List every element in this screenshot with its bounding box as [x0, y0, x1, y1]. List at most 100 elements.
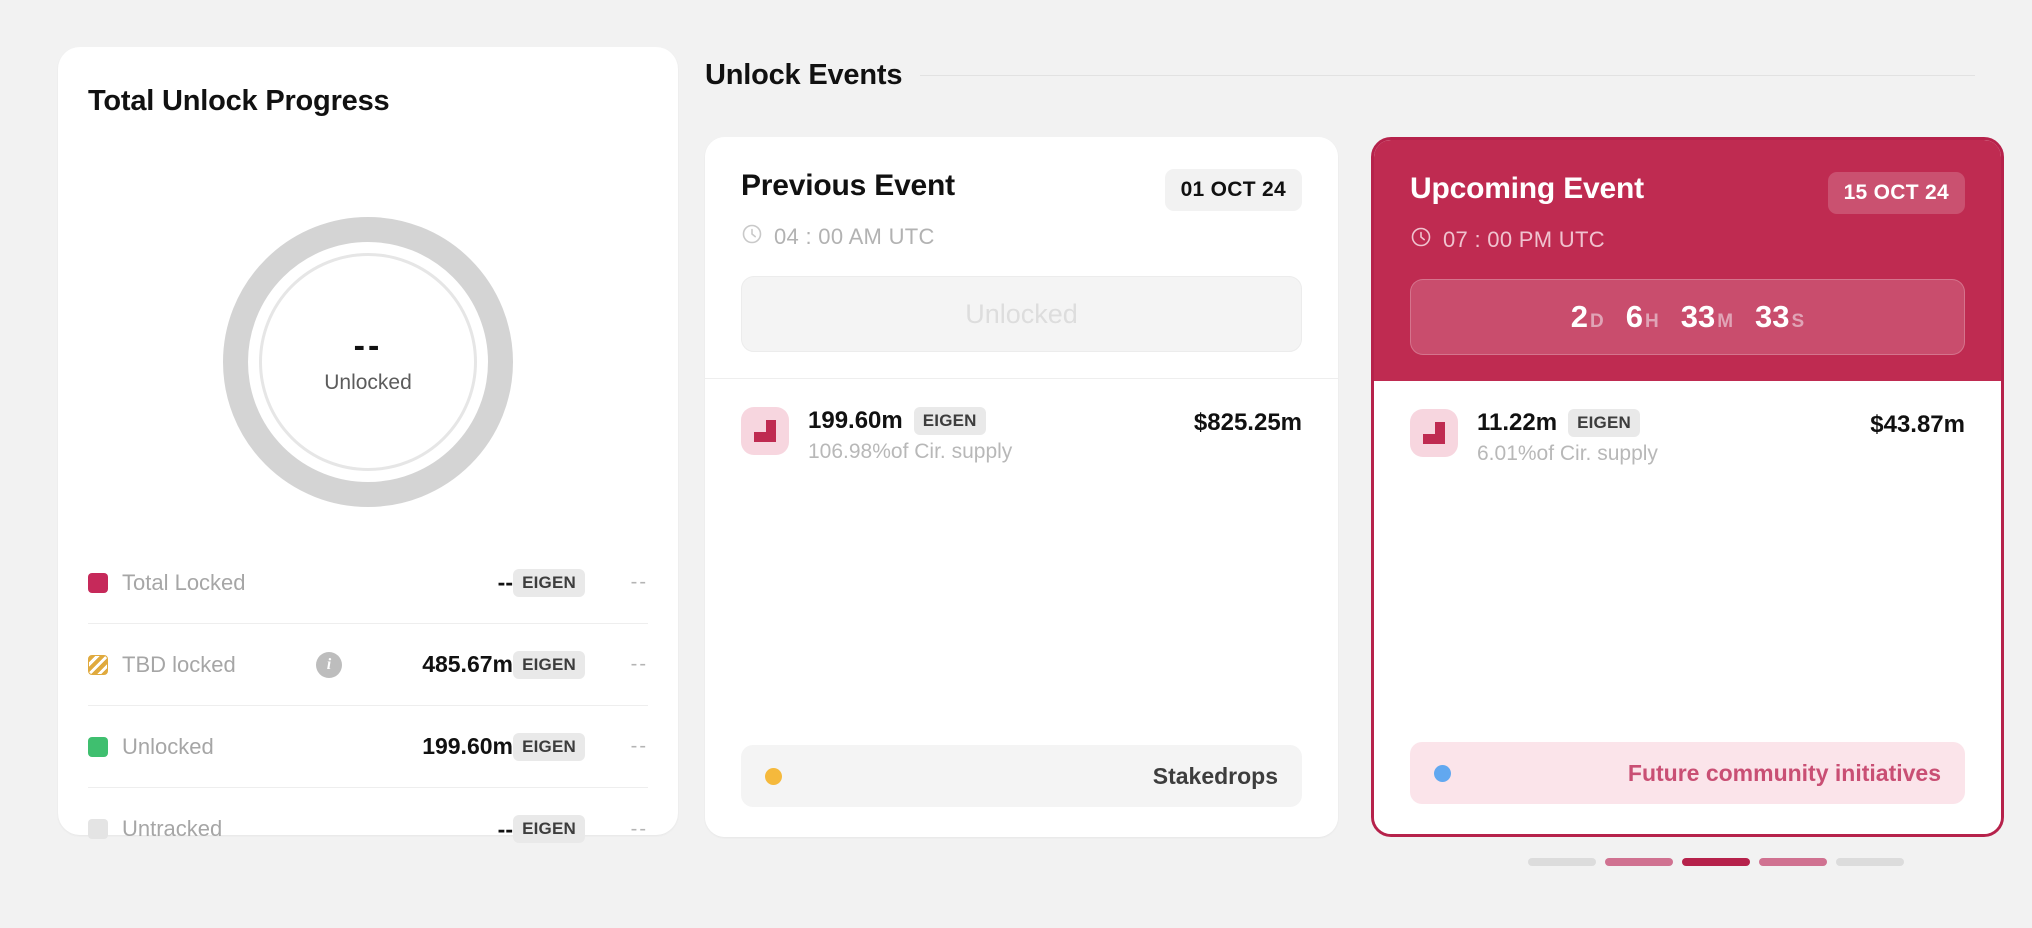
clock-icon — [1410, 226, 1432, 253]
countdown-seconds: 33 S — [1755, 299, 1804, 335]
previous-event-token-row: 199.60m EIGEN 106.98%of Cir. supply $825… — [741, 407, 1302, 464]
event-title: Previous Event — [741, 169, 955, 202]
countdown-minutes: 33 M — [1681, 299, 1733, 335]
countdown-hours: 6 H — [1626, 299, 1659, 335]
previous-event-footer: Stakedrops — [741, 745, 1302, 807]
pagination-bar-4[interactable] — [1759, 858, 1827, 866]
unlock-progress-donut-chart: -- Unlocked — [223, 217, 513, 507]
countdown-hours-value: 6 — [1625, 299, 1643, 334]
clock-icon — [741, 223, 763, 250]
tag-dot-icon — [765, 767, 782, 785]
legend-label: Untracked — [122, 816, 223, 841]
legend-percent: -- — [630, 653, 648, 675]
legend-ticker-badge: EIGEN — [513, 732, 585, 761]
token-usd-value: $43.87m — [1870, 411, 1965, 438]
donut-center-labels: -- Unlocked — [223, 217, 513, 507]
token-supply-note: 106.98%of Cir. supply — [808, 440, 1013, 463]
previous-event-card[interactable]: Previous Event 01 OCT 24 04 : 00 AM UTC — [705, 137, 1338, 837]
donut-value: -- — [353, 327, 383, 365]
event-tag-pill[interactable]: Stakedrops — [741, 745, 1302, 807]
previous-event-header-top: Previous Event 01 OCT 24 — [741, 169, 1302, 211]
donut-label: Unlocked — [324, 371, 412, 394]
upcoming-event-header: Upcoming Event 15 OCT 24 07 : 00 PM UTC — [1374, 140, 2001, 381]
color-swatch-icon — [88, 572, 108, 593]
tag-label: Future community initiatives — [1627, 759, 1941, 786]
legend-ticker-badge: EIGEN — [513, 650, 585, 679]
previous-event-header: Previous Event 01 OCT 24 04 : 00 AM UTC — [705, 137, 1338, 379]
color-swatch-icon — [88, 736, 108, 757]
upcoming-event-token-info: 11.22m EIGEN 6.01%of Cir. supply — [1477, 409, 1851, 466]
legend-ticker-badge: EIGEN — [513, 568, 585, 597]
token-amount-line: 11.22m EIGEN — [1477, 409, 1851, 437]
legend-amount: 485.67m — [422, 651, 513, 677]
previous-event-token-info: 199.60m EIGEN 106.98%of Cir. supply — [808, 407, 1175, 464]
legend-row-unlocked[interactable]: Unlocked 199.60m EIGEN -- — [88, 706, 648, 788]
previous-event-time: 04 : 00 AM UTC — [741, 223, 1302, 250]
legend-row-tbd-locked[interactable]: TBD locked i 485.67m EIGEN -- — [88, 624, 648, 706]
legend-label: Total Locked — [122, 569, 246, 595]
unlocked-status-box: Unlocked — [741, 276, 1302, 352]
eigen-token-icon — [741, 407, 789, 455]
countdown-seconds-value: 33 — [1755, 299, 1790, 334]
countdown-minutes-value: 33 — [1680, 299, 1716, 334]
event-cards-row: Previous Event 01 OCT 24 04 : 00 AM UTC — [705, 137, 2004, 837]
legend-row-untracked[interactable]: Untracked -- EIGEN -- — [88, 788, 648, 870]
pagination-bar-2[interactable] — [1605, 858, 1673, 866]
countdown-days-unit: D — [1590, 311, 1604, 332]
countdown-hours-unit: H — [1645, 311, 1659, 332]
unlock-dashboard-page: Total Unlock Progress -- Unlocked Total … — [0, 0, 2032, 928]
event-date-badge: 01 OCT 24 — [1164, 169, 1302, 211]
event-time-text: 07 : 00 PM UTC — [1443, 226, 1605, 252]
legend-percent: -- — [630, 735, 648, 757]
upcoming-event-header-top: Upcoming Event 15 OCT 24 — [1410, 172, 1965, 214]
countdown-minutes-unit: M — [1717, 311, 1734, 332]
legend-row-total-locked[interactable]: Total Locked -- EIGEN -- — [88, 542, 648, 624]
pagination-bar-3-active[interactable] — [1682, 858, 1750, 866]
tag-label: Stakedrops — [1152, 762, 1278, 789]
token-amount: 11.22m — [1477, 409, 1558, 436]
countdown-seconds-unit: S — [1791, 311, 1805, 332]
token-ticker-badge: EIGEN — [1568, 409, 1640, 437]
legend-percent: -- — [630, 817, 648, 840]
countdown-days-value: 2 — [1570, 299, 1589, 334]
legend-amount: -- — [497, 815, 513, 842]
event-title: Upcoming Event — [1410, 172, 1644, 205]
legend-label: Unlocked — [122, 733, 214, 759]
tag-dot-icon — [1434, 764, 1451, 782]
upcoming-event-token-row: 11.22m EIGEN 6.01%of Cir. supply $43.87m — [1410, 409, 1965, 466]
upcoming-event-card[interactable]: Upcoming Event 15 OCT 24 07 : 00 PM UTC — [1371, 137, 2004, 837]
upcoming-event-body: 11.22m EIGEN 6.01%of Cir. supply $43.87m… — [1374, 381, 2001, 834]
token-supply-note: 6.01%of Cir. supply — [1477, 442, 1658, 465]
token-amount-line: 199.60m EIGEN — [808, 407, 1175, 435]
pagination-bar-1[interactable] — [1528, 858, 1596, 866]
page-title: Total Unlock Progress — [88, 85, 390, 117]
section-title: Unlock Events — [705, 59, 903, 91]
token-ticker-badge: EIGEN — [913, 407, 986, 435]
status-badge: Unlocked — [965, 298, 1078, 329]
event-time-text: 04 : 00 AM UTC — [774, 223, 935, 249]
total-unlock-progress-card: Total Unlock Progress -- Unlocked Total … — [58, 47, 678, 843]
legend-ticker-badge: EIGEN — [513, 815, 585, 843]
upcoming-event-footer: Future community initiatives — [1410, 742, 1965, 804]
header-divider — [920, 75, 1975, 76]
unlock-events-header: Unlock Events — [705, 59, 1975, 92]
legend-amount: 199.60m — [422, 733, 513, 759]
pagination-bar-5[interactable] — [1836, 858, 1904, 866]
carousel-pagination[interactable] — [1528, 858, 1904, 866]
eigen-token-icon — [1410, 409, 1458, 457]
event-tag-pill[interactable]: Future community initiatives — [1410, 742, 1965, 804]
previous-event-body: 199.60m EIGEN 106.98%of Cir. supply $825… — [705, 379, 1338, 837]
token-usd-value: $825.25m — [1193, 409, 1302, 436]
legend-percent: -- — [630, 571, 648, 593]
color-swatch-icon — [88, 819, 108, 839]
event-date-badge: 15 OCT 24 — [1827, 172, 1965, 214]
countdown-timer: 2 D 6 H 33 M 33 S — [1410, 279, 1965, 355]
upcoming-event-time: 07 : 00 PM UTC — [1410, 226, 1965, 253]
info-icon[interactable]: i — [316, 651, 342, 678]
unlock-legend-list: Total Locked -- EIGEN -- TBD locked i 48… — [88, 542, 648, 870]
countdown-days: 2 D — [1571, 299, 1604, 335]
token-amount: 199.60m — [808, 407, 903, 434]
legend-label: TBD locked — [122, 651, 236, 677]
legend-amount: -- — [497, 569, 513, 595]
striped-color-swatch-icon — [88, 654, 108, 675]
